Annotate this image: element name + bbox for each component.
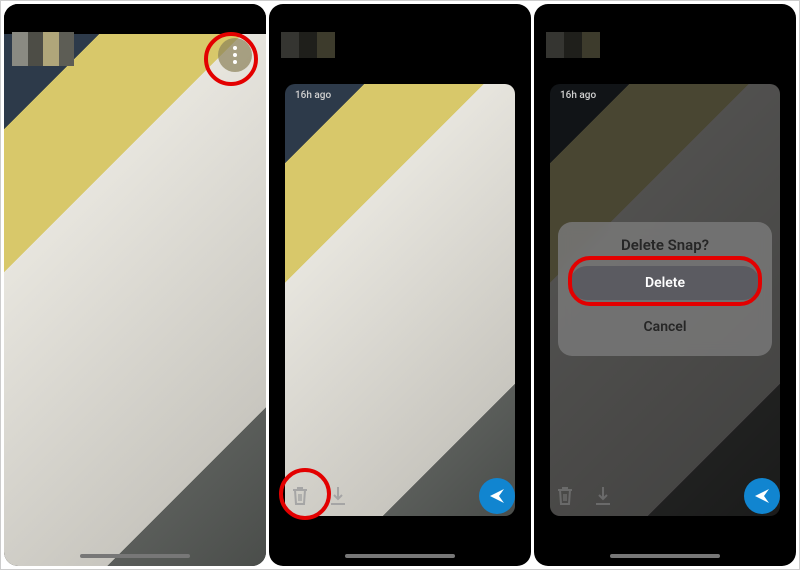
panel-snap-actions: 16h ago [269,4,531,566]
download-icon [328,485,348,507]
send-icon [488,487,506,505]
download-icon [593,485,613,507]
story-avatar-blurred[interactable] [12,32,74,66]
save-button[interactable] [323,481,353,511]
dialog-title: Delete Snap? [570,236,760,254]
save-button [588,481,618,511]
snap-timestamp: 16h ago [560,90,596,101]
delete-button [550,481,580,511]
snap-photo [285,84,515,516]
snap-timestamp: 16h ago [295,90,331,101]
action-row [550,478,780,514]
send-button[interactable] [744,478,780,514]
status-bar-area [4,4,266,34]
send-button[interactable] [479,478,515,514]
action-row [285,478,515,514]
send-icon [753,487,771,505]
home-indicator [610,554,720,558]
delete-snap-dialog: Delete Snap? Delete Cancel [558,222,772,356]
dialog-cancel-button[interactable]: Cancel [570,310,760,344]
trash-icon [555,485,575,507]
snap-preview-card[interactable]: 16h ago [285,84,515,516]
panel-story-view [4,4,266,566]
tutorial-triptych: 16h ago 16h ago [0,0,800,570]
ellipsis-icon [233,46,237,50]
dialog-delete-button[interactable]: Delete [570,266,760,300]
story-avatar-blurred [546,32,600,58]
panel-delete-dialog: 16h ago Delete Snap? Delete Cancel [534,4,796,566]
trash-icon [290,485,310,507]
more-options-button[interactable] [218,38,252,72]
story-avatar-blurred [281,32,335,58]
snap-photo[interactable] [4,34,266,566]
home-indicator [80,554,190,558]
home-indicator [345,554,455,558]
delete-button[interactable] [285,481,315,511]
